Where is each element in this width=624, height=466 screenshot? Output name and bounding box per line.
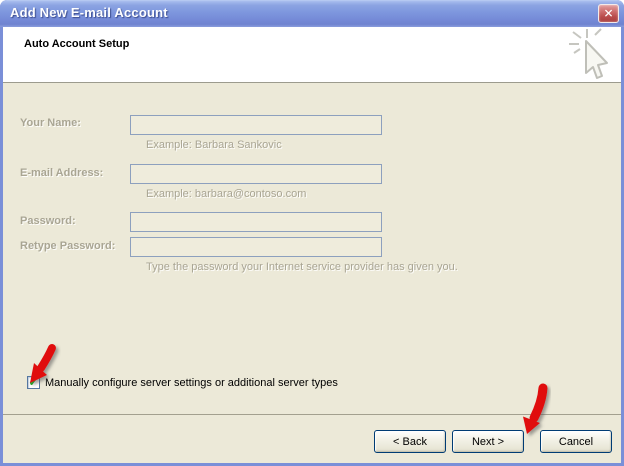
add-email-account-dialog: Add New E-mail Account ✕ Auto Account Se…	[0, 0, 624, 466]
next-button[interactable]: Next >	[452, 430, 524, 453]
cancel-button[interactable]: Cancel	[540, 430, 612, 453]
email-address-example: Example: barbara@contoso.com	[146, 188, 306, 200]
manual-config-checkbox[interactable]: ✔	[27, 376, 40, 389]
your-name-label: Your Name:	[20, 117, 81, 129]
email-address-label: E-mail Address:	[20, 167, 103, 179]
close-icon: ✕	[603, 7, 613, 19]
retype-password-input[interactable]	[130, 237, 382, 257]
sparkle-cursor-icon	[565, 28, 613, 83]
close-button[interactable]: ✕	[598, 4, 619, 23]
wizard-header: Auto Account Setup	[3, 27, 621, 83]
checkmark-icon: ✔	[28, 376, 38, 388]
manual-config-row: ✔ Manually configure server settings or …	[27, 376, 338, 389]
password-label: Password:	[20, 215, 76, 227]
manual-config-label[interactable]: Manually configure server settings or ad…	[45, 377, 338, 389]
dialog-body: Auto Account Setup Your Name: Example: B…	[3, 27, 621, 463]
retype-password-label: Retype Password:	[20, 240, 115, 252]
window-titlebar[interactable]: Add New E-mail Account ✕	[0, 0, 624, 27]
footer-divider	[3, 414, 621, 415]
window-title: Add New E-mail Account	[10, 5, 168, 20]
page-title: Auto Account Setup	[24, 38, 129, 50]
back-button[interactable]: < Back	[374, 430, 446, 453]
your-name-example: Example: Barbara Sankovic	[146, 139, 282, 151]
password-input[interactable]	[130, 212, 382, 232]
password-hint: Type the password your Internet service …	[146, 261, 458, 273]
your-name-input[interactable]	[130, 115, 382, 135]
email-address-input[interactable]	[130, 164, 382, 184]
